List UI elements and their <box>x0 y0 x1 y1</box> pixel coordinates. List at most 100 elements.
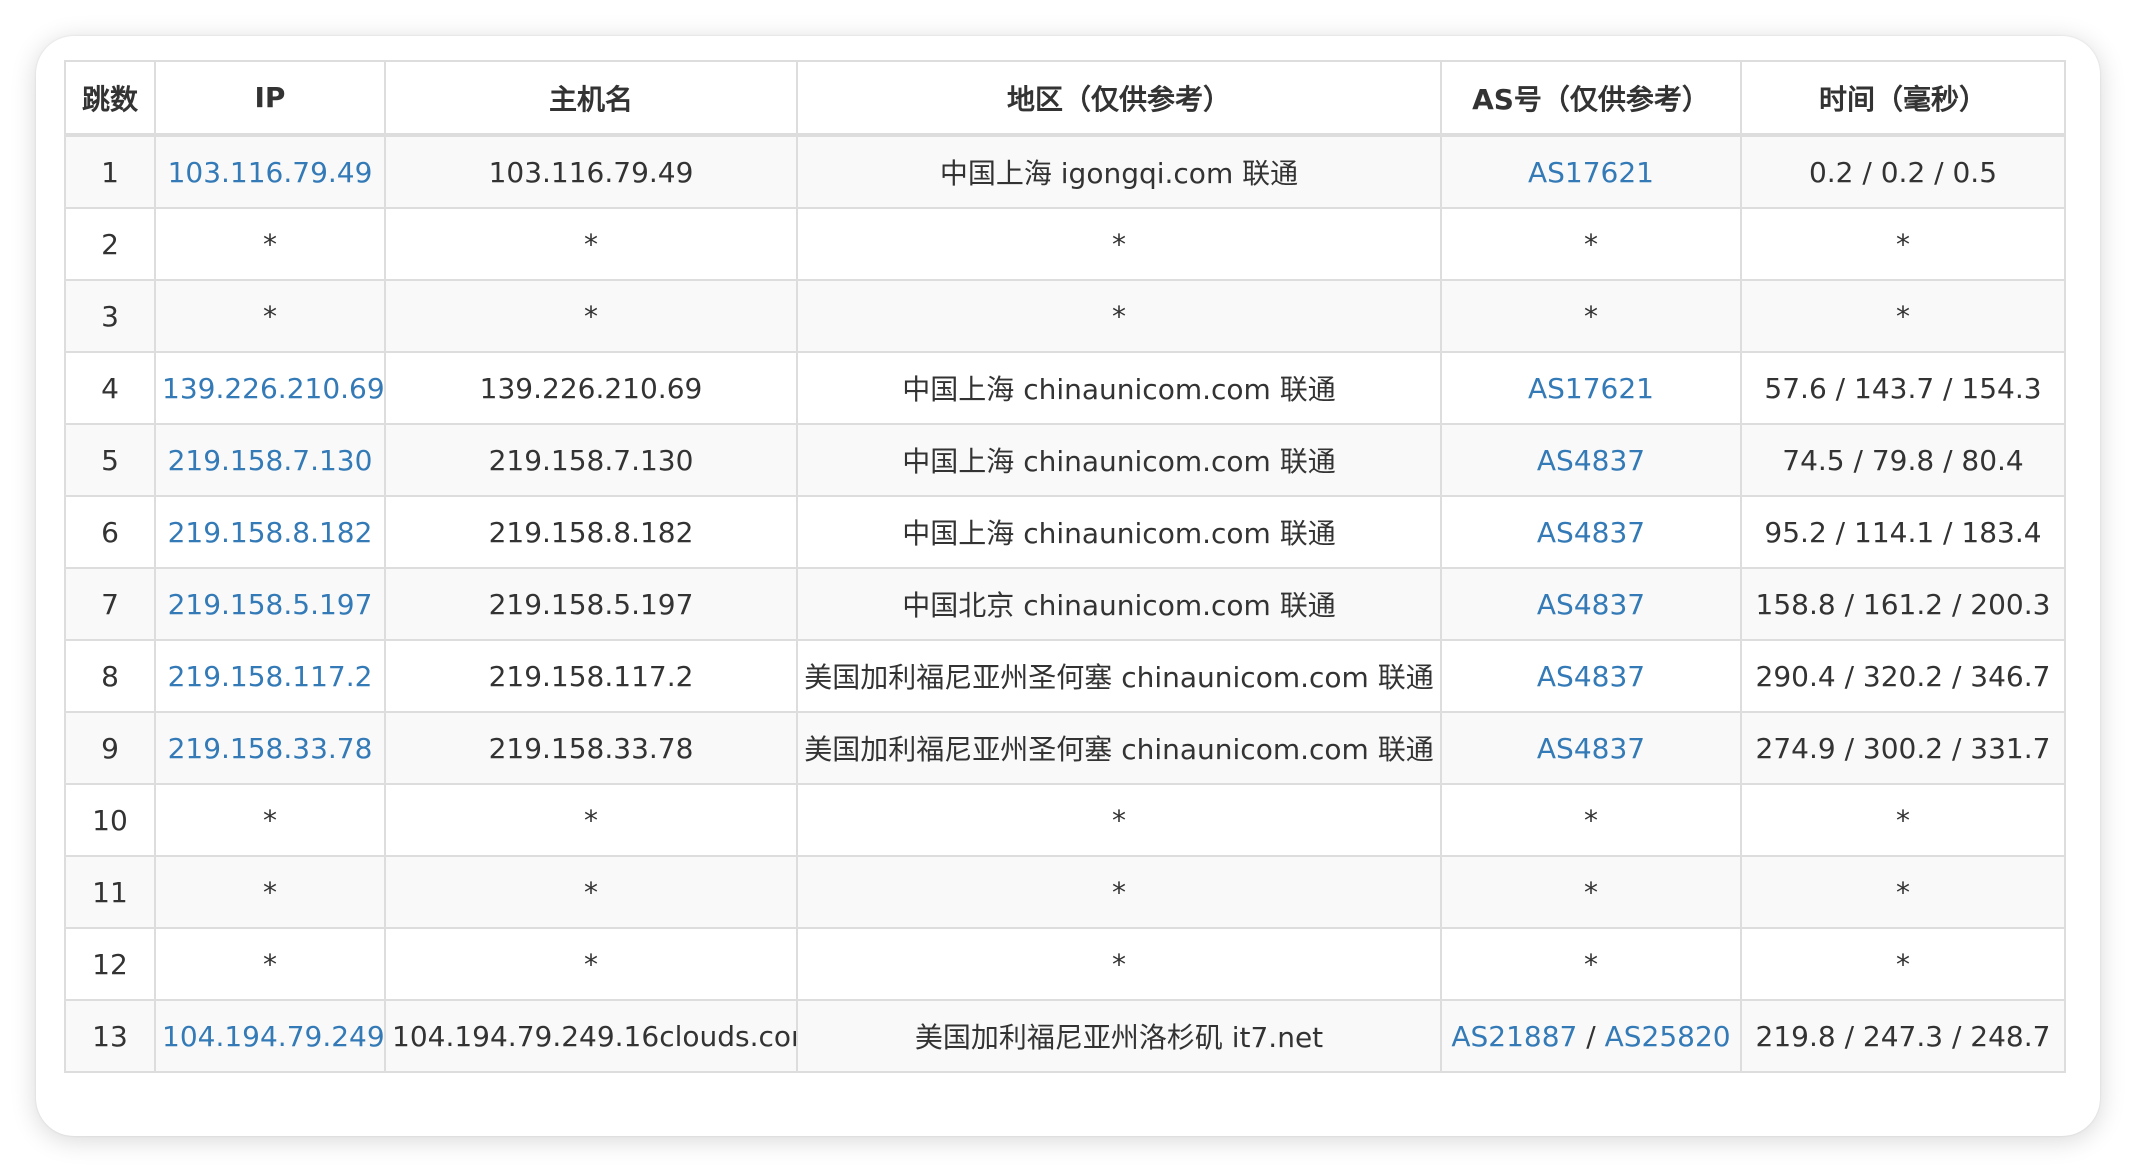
hostname-cell: 103.116.79.49 <box>384 134 798 209</box>
ip-cell: * <box>154 855 386 929</box>
hop-cell: 13 <box>64 999 156 1073</box>
ip-link[interactable]: 219.158.7.130 <box>168 444 373 477</box>
asn-placeholder: * <box>1584 875 1598 909</box>
ip-link[interactable]: 219.158.5.197 <box>168 588 373 621</box>
time-cell: 219.8 / 247.3 / 248.7 <box>1740 999 2066 1073</box>
asn-link[interactable]: AS4837 <box>1537 444 1645 477</box>
time-cell: * <box>1740 279 2066 353</box>
time-cell: 74.5 / 79.8 / 80.4 <box>1740 423 2066 497</box>
hop-cell: 12 <box>64 927 156 1001</box>
asn-cell: * <box>1440 279 1742 353</box>
hop-cell: 4 <box>64 351 156 425</box>
hostname-cell: * <box>384 855 798 929</box>
table-row: 4 139.226.210.69 139.226.210.69 中国上海 chinau… <box>64 351 2066 425</box>
asn-link[interactable]: AS25820 <box>1605 1020 1731 1053</box>
ip-cell: * <box>154 279 386 353</box>
table-row: 8 219.158.117.2 219.158.117.2 美国加利福尼亚州圣何塞 c… <box>64 639 2066 713</box>
asn-placeholder: * <box>1584 803 1598 837</box>
time-cell: * <box>1740 783 2066 857</box>
table-row: 13 104.194.79.249 104.194.79.249.16clouds.… <box>64 999 2066 1073</box>
ip-cell: * <box>154 207 386 281</box>
traceroute-table: 跳数 IP 主机名 地区（仅供参考） AS号（仅供参考） 时间（毫秒） 1 103… <box>64 60 2066 1073</box>
table-row: 7 219.158.5.197 219.158.5.197 中国北京 chinauni… <box>64 567 2066 641</box>
hop-cell: 2 <box>64 207 156 281</box>
asn-cell: AS21887 / AS25820 <box>1440 999 1742 1073</box>
hostname-cell: 139.226.210.69 <box>384 351 798 425</box>
region-cell: * <box>796 279 1442 353</box>
header-region: 地区（仅供参考） <box>796 60 1442 137</box>
asn-cell: * <box>1440 855 1742 929</box>
ip-cell: * <box>154 927 386 1001</box>
hop-cell: 8 <box>64 639 156 713</box>
ip-cell: 219.158.7.130 <box>154 423 386 497</box>
time-cell: * <box>1740 207 2066 281</box>
hostname-cell: * <box>384 279 798 353</box>
time-cell: 274.9 / 300.2 / 331.7 <box>1740 711 2066 785</box>
ip-cell: 219.158.33.78 <box>154 711 386 785</box>
region-cell: 美国加利福尼亚州圣何塞 chinaunicom.com 联通 <box>796 639 1442 713</box>
hop-cell: 6 <box>64 495 156 569</box>
table-row: 5 219.158.7.130 219.158.7.130 中国上海 chinauni… <box>64 423 2066 497</box>
ip-link[interactable]: 219.158.33.78 <box>168 732 373 765</box>
ip-link[interactable]: 219.158.117.2 <box>168 660 373 693</box>
asn-cell: AS17621 <box>1440 351 1742 425</box>
table-row: 10 * * * * * <box>64 783 2066 857</box>
hostname-cell: 219.158.8.182 <box>384 495 798 569</box>
table-row: 2 * * * * * <box>64 207 2066 281</box>
hop-cell: 9 <box>64 711 156 785</box>
time-cell: * <box>1740 855 2066 929</box>
table-row: 9 219.158.33.78 219.158.33.78 美国加利福尼亚州圣何塞 c… <box>64 711 2066 785</box>
region-cell: 中国上海 chinaunicom.com 联通 <box>796 423 1442 497</box>
region-cell: 中国上海 chinaunicom.com 联通 <box>796 351 1442 425</box>
ip-cell: 219.158.8.182 <box>154 495 386 569</box>
header-row: 跳数 IP 主机名 地区（仅供参考） AS号（仅供参考） 时间（毫秒） <box>64 60 2066 137</box>
time-cell: 57.6 / 143.7 / 154.3 <box>1740 351 2066 425</box>
region-cell: * <box>796 927 1442 1001</box>
asn-link[interactable]: AS4837 <box>1537 516 1645 549</box>
header-asn: AS号（仅供参考） <box>1440 60 1742 137</box>
table-row: 11 * * * * * <box>64 855 2066 929</box>
table-body: 1 103.116.79.49 103.116.79.49 中国上海 igongqi.… <box>64 134 2066 1073</box>
ip-link[interactable]: 104.194.79.249 <box>162 1020 383 1053</box>
region-cell: * <box>796 855 1442 929</box>
hostname-cell: 219.158.7.130 <box>384 423 798 497</box>
region-cell: 中国北京 chinaunicom.com 联通 <box>796 567 1442 641</box>
ip-cell: 104.194.79.249 <box>154 999 386 1073</box>
asn-cell: AS4837 <box>1440 711 1742 785</box>
header-hostname: 主机名 <box>384 60 798 137</box>
region-cell: * <box>796 207 1442 281</box>
ip-cell: * <box>154 783 386 857</box>
hostname-cell: 219.158.33.78 <box>384 711 798 785</box>
time-cell: * <box>1740 927 2066 1001</box>
region-cell: * <box>796 783 1442 857</box>
hostname-cell: * <box>384 783 798 857</box>
hostname-cell: 104.194.79.249.16clouds.com <box>384 999 798 1073</box>
time-cell: 0.2 / 0.2 / 0.5 <box>1740 134 2066 209</box>
asn-link[interactable]: AS4837 <box>1537 732 1645 765</box>
asn-cell: * <box>1440 927 1742 1001</box>
time-cell: 95.2 / 114.1 / 183.4 <box>1740 495 2066 569</box>
hop-cell: 10 <box>64 783 156 857</box>
header-hop: 跳数 <box>64 60 156 137</box>
region-cell: 中国上海 igongqi.com 联通 <box>796 134 1442 209</box>
hostname-cell: * <box>384 927 798 1001</box>
header-ip: IP <box>154 60 386 137</box>
ip-cell: 219.158.117.2 <box>154 639 386 713</box>
hostname-cell: * <box>384 207 798 281</box>
asn-cell: AS4837 <box>1440 495 1742 569</box>
ip-link[interactable]: 139.226.210.69 <box>162 372 383 405</box>
asn-link[interactable]: AS21887 <box>1451 1020 1577 1053</box>
asn-link[interactable]: AS17621 <box>1528 372 1654 405</box>
ip-link[interactable]: 219.158.8.182 <box>168 516 373 549</box>
asn-cell: AS4837 <box>1440 423 1742 497</box>
asn-link[interactable]: AS17621 <box>1528 156 1654 189</box>
asn-cell: * <box>1440 783 1742 857</box>
region-cell: 中国上海 chinaunicom.com 联通 <box>796 495 1442 569</box>
hop-cell: 3 <box>64 279 156 353</box>
asn-cell: AS17621 <box>1440 134 1742 209</box>
hostname-cell: 219.158.5.197 <box>384 567 798 641</box>
ip-link[interactable]: 103.116.79.49 <box>168 156 373 189</box>
asn-link[interactable]: AS4837 <box>1537 588 1645 621</box>
asn-link[interactable]: AS4837 <box>1537 660 1645 693</box>
ip-cell: 139.226.210.69 <box>154 351 386 425</box>
